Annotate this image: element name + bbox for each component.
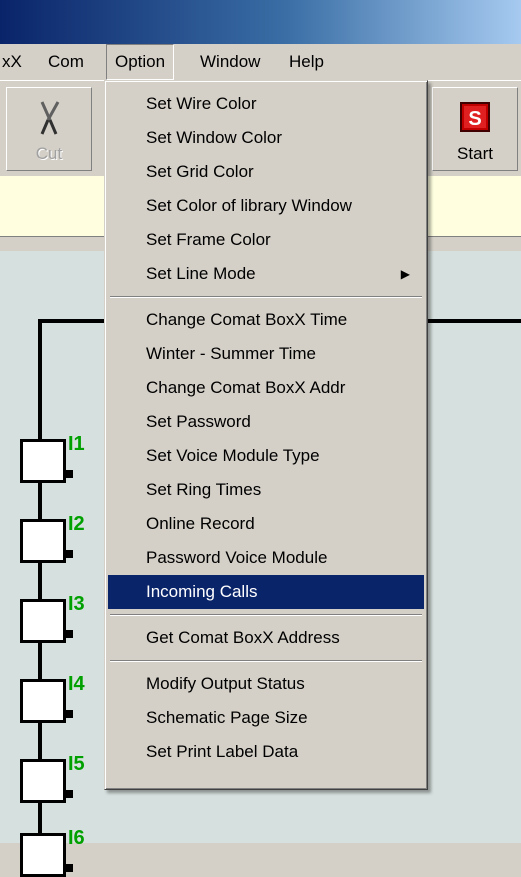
menu-separator (108, 655, 424, 667)
menu-item-schematic-page-size[interactable]: Schematic Page Size (108, 701, 424, 735)
menu-item-set-print-label-data[interactable]: Set Print Label Data (108, 735, 424, 769)
start-button[interactable]: S Start (432, 87, 518, 171)
input-block-i1[interactable] (20, 439, 73, 483)
input-pin (65, 790, 73, 798)
scissors-icon (32, 100, 66, 141)
menu-item-modify-output-status[interactable]: Modify Output Status (108, 667, 424, 701)
input-block-i2[interactable] (20, 519, 73, 563)
menu-item-set-password[interactable]: Set Password (108, 405, 424, 439)
menu-item-incoming-calls[interactable]: Incoming Calls (108, 575, 424, 609)
menu-item-change-addr[interactable]: Change Comat BoxX Addr (108, 371, 424, 405)
input-block-i5[interactable] (20, 759, 73, 803)
input-label-i4: I4 (68, 673, 85, 695)
input-block-i3[interactable] (20, 599, 73, 643)
cut-label: Cut (35, 144, 63, 163)
menu-item-get-address[interactable]: Get Comat BoxX Address (108, 621, 424, 655)
menu-item-set-frame-color[interactable]: Set Frame Color (108, 223, 424, 257)
menu-item-set-grid-color[interactable]: Set Grid Color (108, 155, 424, 189)
input-label-i6: I6 (68, 827, 85, 849)
menu-separator (108, 291, 424, 303)
input-pin (65, 710, 73, 718)
menu-item-label: Set Line Mode (146, 264, 256, 283)
menu-option[interactable]: Option (106, 44, 175, 80)
cut-button[interactable]: Cut (6, 87, 92, 171)
option-dropdown-menu: Set Wire Color Set Window Color Set Grid… (104, 80, 428, 790)
menu-item-set-window-color[interactable]: Set Window Color (108, 121, 424, 155)
start-label: Start (457, 144, 493, 163)
menu-help[interactable]: Help (281, 44, 332, 80)
input-pin (65, 470, 73, 478)
menu-item-set-line-mode[interactable]: Set Line Mode ▶ (108, 257, 424, 291)
menu-boxx[interactable]: xX (0, 44, 30, 80)
menu-item-online-record[interactable]: Online Record (108, 507, 424, 541)
input-label-i2: I2 (68, 513, 85, 535)
menu-item-winter-summer-time[interactable]: Winter - Summer Time (108, 337, 424, 371)
menu-bar: xX Com Option Window Help (0, 44, 521, 80)
input-label-i1: I1 (68, 433, 85, 455)
svg-text:S: S (468, 108, 481, 130)
menu-window[interactable]: Window (192, 44, 268, 80)
menu-item-set-library-window-color[interactable]: Set Color of library Window (108, 189, 424, 223)
menu-separator (108, 609, 424, 621)
menu-item-set-wire-color[interactable]: Set Wire Color (108, 87, 424, 121)
input-pin (65, 630, 73, 638)
input-block-i6[interactable] (20, 833, 73, 877)
menu-item-change-time[interactable]: Change Comat BoxX Time (108, 303, 424, 337)
menu-item-password-voice-module[interactable]: Password Voice Module (108, 541, 424, 575)
title-bar (0, 0, 521, 44)
menu-item-set-ring-times[interactable]: Set Ring Times (108, 473, 424, 507)
input-pin (65, 864, 73, 872)
menu-item-set-voice-module-type[interactable]: Set Voice Module Type (108, 439, 424, 473)
input-label-i5: I5 (68, 753, 85, 775)
input-pin (65, 550, 73, 558)
input-label-i3: I3 (68, 593, 85, 615)
start-icon: S (458, 100, 492, 139)
submenu-arrow-icon: ▶ (400, 267, 410, 281)
menu-com[interactable]: Com (40, 44, 92, 80)
input-block-i4[interactable] (20, 679, 73, 723)
